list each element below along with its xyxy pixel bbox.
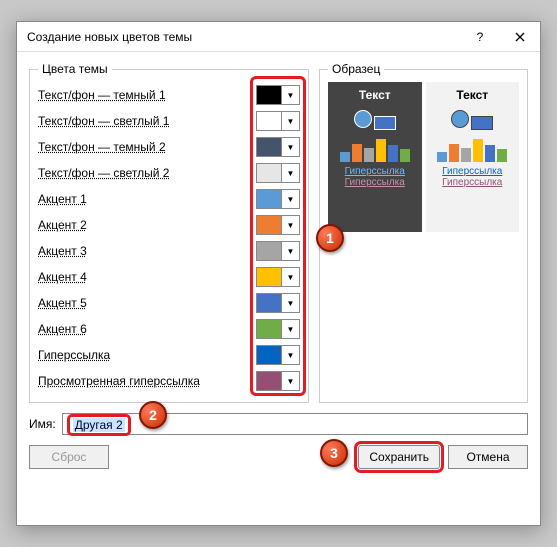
color-picker[interactable]: ▼ (256, 215, 300, 235)
titlebar: Создание новых цветов темы ? (17, 22, 540, 52)
color-picker[interactable]: ▼ (256, 319, 300, 339)
name-label: Имя: (29, 417, 56, 431)
swatch-color (257, 138, 281, 156)
color-label: Акцент 4 (38, 270, 256, 284)
theme-colors-dialog: Создание новых цветов темы ? Цвета темы … (16, 21, 541, 526)
color-row: Акцент 4 ▼ (38, 264, 300, 290)
color-label: Акцент 6 (38, 322, 256, 336)
swatch-color (257, 86, 281, 104)
theme-colors-legend: Цвета темы (38, 62, 112, 76)
sample-hyperlink-dark: Гиперссылка (334, 166, 416, 177)
color-row: Акцент 2 ▼ (38, 212, 300, 238)
color-picker[interactable]: ▼ (256, 267, 300, 287)
chevron-down-icon: ▼ (281, 138, 299, 156)
color-row: Текст/фон — темный 1 ▼ (38, 82, 300, 108)
color-row: Текст/фон — темный 2 ▼ (38, 134, 300, 160)
swatch-color (257, 346, 281, 364)
sample-light: Текст (426, 82, 520, 232)
chevron-down-icon: ▼ (281, 86, 299, 104)
help-button[interactable]: ? (460, 22, 500, 52)
annotation-marker-3: 3 (320, 439, 348, 467)
color-label: Гиперссылка (38, 348, 256, 362)
chevron-down-icon: ▼ (281, 190, 299, 208)
color-picker[interactable]: ▼ (256, 111, 300, 131)
color-picker[interactable]: ▼ (256, 189, 300, 209)
annotation-marker-2: 2 (139, 401, 167, 429)
dialog-content: Цвета темы Текст/фон — темный 1▼Текст/фо… (17, 52, 540, 525)
color-label: Просмотренная гиперссылка (38, 374, 256, 388)
color-row: Текст/фон — светлый 2 ▼ (38, 160, 300, 186)
button-row: Сброс Сохранить Отмена 3 (29, 445, 528, 469)
close-button[interactable] (500, 22, 540, 52)
color-picker[interactable]: ▼ (256, 241, 300, 261)
color-row: Текст/фон — светлый 1 ▼ (38, 108, 300, 134)
sample-legend: Образец (328, 62, 384, 76)
name-row: Имя: Другая 2 2 (29, 413, 528, 435)
sample-dark: Текст (328, 82, 422, 232)
color-row: Гиперссылка ▼ (38, 342, 300, 368)
color-picker[interactable]: ▼ (256, 293, 300, 313)
color-row: Акцент 1 ▼ (38, 186, 300, 212)
theme-colors-group: Цвета темы Текст/фон — темный 1▼Текст/фо… (29, 62, 309, 403)
color-label: Текст/фон — темный 1 (38, 88, 256, 102)
chevron-down-icon: ▼ (281, 346, 299, 364)
swatch-color (257, 164, 281, 182)
annotation-marker-1: 1 (316, 224, 344, 252)
swatch-color (257, 320, 281, 338)
color-picker[interactable]: ▼ (256, 345, 300, 365)
close-icon (515, 32, 525, 42)
sample-group: Образец Текст (319, 62, 528, 403)
sample-visited-dark: Гиперссылка (334, 177, 416, 188)
color-row: Акцент 5 ▼ (38, 290, 300, 316)
chevron-down-icon: ▼ (281, 216, 299, 234)
chevron-down-icon: ▼ (281, 372, 299, 390)
swatch-color (257, 372, 281, 390)
sample-hyperlink-light: Гиперссылка (432, 166, 514, 177)
cancel-button[interactable]: Отмена (448, 445, 528, 469)
swatch-color (257, 112, 281, 130)
color-row: Просмотренная гиперссылка ▼ (38, 368, 300, 394)
chevron-down-icon: ▼ (281, 242, 299, 260)
swatch-color (257, 216, 281, 234)
chevron-down-icon: ▼ (281, 320, 299, 338)
swatch-color (257, 268, 281, 286)
chevron-down-icon: ▼ (281, 268, 299, 286)
color-label: Акцент 5 (38, 296, 256, 310)
swatch-color (257, 242, 281, 260)
chevron-down-icon: ▼ (281, 164, 299, 182)
sample-visited-light: Гиперссылка (432, 177, 514, 188)
name-input[interactable]: Другая 2 (62, 413, 528, 435)
color-picker[interactable]: ▼ (256, 137, 300, 157)
swatch-color (257, 190, 281, 208)
color-picker[interactable]: ▼ (256, 85, 300, 105)
dialog-title: Создание новых цветов темы (27, 30, 460, 44)
color-row: Акцент 6 ▼ (38, 316, 300, 342)
color-picker[interactable]: ▼ (256, 371, 300, 391)
save-button[interactable]: Сохранить (358, 445, 440, 469)
color-label: Текст/фон — темный 2 (38, 140, 256, 154)
color-row: Акцент 3 ▼ (38, 238, 300, 264)
color-label: Акцент 1 (38, 192, 256, 206)
color-label: Текст/фон — светлый 2 (38, 166, 256, 180)
swatch-color (257, 294, 281, 312)
chevron-down-icon: ▼ (281, 112, 299, 130)
chevron-down-icon: ▼ (281, 294, 299, 312)
color-picker[interactable]: ▼ (256, 163, 300, 183)
color-label: Текст/фон — светлый 1 (38, 114, 256, 128)
reset-button[interactable]: Сброс (29, 445, 109, 469)
color-label: Акцент 2 (38, 218, 256, 232)
color-label: Акцент 3 (38, 244, 256, 258)
